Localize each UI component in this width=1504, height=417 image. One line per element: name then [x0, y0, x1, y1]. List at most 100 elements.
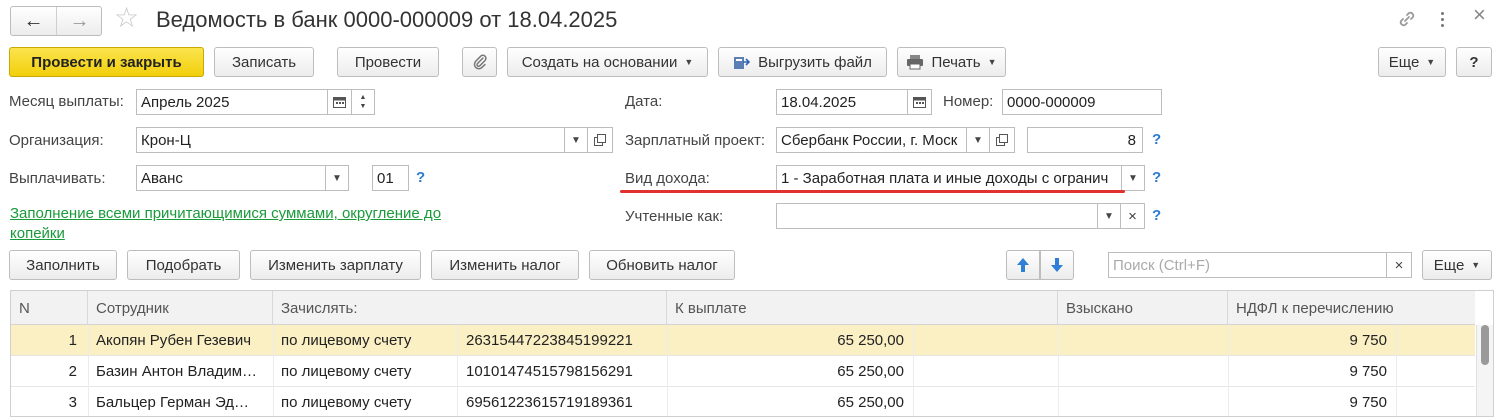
calendar-button[interactable]	[327, 89, 352, 115]
fill-label: Заполнить	[26, 256, 100, 274]
fill-button[interactable]: Заполнить	[9, 250, 117, 280]
amount: 65 250,00	[837, 363, 904, 380]
scrollbar-thumb[interactable]	[1481, 325, 1489, 365]
table-more-label: Еще	[1433, 256, 1465, 274]
help-icon[interactable]: ?	[1152, 207, 1161, 224]
column-header-n[interactable]: N	[11, 291, 88, 325]
caret-down-icon: ▼	[684, 57, 694, 67]
search-input[interactable]: Поиск (Ctrl+F)	[1108, 252, 1387, 278]
column-header-employee[interactable]: Сотрудник	[88, 291, 273, 325]
salary-project-open-button[interactable]	[989, 127, 1015, 153]
pick-button[interactable]: Подобрать	[127, 250, 240, 280]
month-stepper[interactable]: ▲ ▼	[351, 89, 375, 115]
organization-open-button[interactable]	[587, 127, 613, 153]
paperclip-icon	[473, 54, 487, 70]
open-window-icon	[996, 134, 1008, 146]
favorite-star-icon[interactable]: ☆	[114, 4, 139, 32]
post-button[interactable]: Провести	[337, 47, 439, 77]
attach-button[interactable]	[462, 47, 497, 77]
post-and-close-button[interactable]: Провести и закрыть	[9, 47, 204, 77]
update-tax-label: Обновить налог	[606, 256, 718, 274]
fill-mode-link[interactable]: Заполнение всеми причитающимися суммами,…	[10, 204, 480, 244]
amount: 65 250,00	[837, 332, 904, 349]
table-scrollbar[interactable]	[1476, 325, 1493, 416]
income-type-dropdown-button[interactable]: ▼	[1121, 165, 1145, 191]
date-calendar-button[interactable]	[907, 89, 932, 115]
print-button[interactable]: Печать ▼	[897, 47, 1006, 77]
arrow-right-icon: →	[69, 10, 90, 32]
more-vertical-icon[interactable]	[1437, 8, 1447, 30]
post-label: Провести	[354, 53, 422, 71]
nav-group: ← →	[10, 6, 102, 36]
row-number: 2	[68, 363, 77, 380]
column-header-amount[interactable]: К выплате	[667, 291, 1058, 325]
accounted-as-clear-button[interactable]: ×	[1120, 203, 1145, 229]
update-tax-button[interactable]: Обновить налог	[589, 250, 735, 280]
move-down-button[interactable]	[1040, 250, 1074, 280]
create-based-on-label: Создать на основании	[521, 53, 678, 71]
pick-label: Подобрать	[145, 256, 222, 274]
export-file-button[interactable]: Выгрузить файл	[718, 47, 887, 77]
help-button[interactable]: ?	[1456, 47, 1492, 77]
stepper-down-icon[interactable]: ▼	[360, 102, 367, 111]
column-header-withheld[interactable]: Взыскано	[1058, 291, 1228, 325]
save-button[interactable]: Записать	[214, 47, 314, 77]
column-header-ndfl[interactable]: НДФЛ к перечислению	[1228, 291, 1475, 325]
income-type-field[interactable]: 1 - Заработная плата и иные доходы с огр…	[776, 165, 1122, 191]
search-clear-button[interactable]: ×	[1386, 252, 1412, 278]
salary-project-label: Зарплатный проект:	[625, 132, 766, 149]
column-header-credit[interactable]: Зачислять:	[273, 291, 667, 325]
salary-project-dropdown-button[interactable]: ▼	[966, 127, 990, 153]
pay-type-field[interactable]: Аванс	[136, 165, 326, 191]
accounted-as-dropdown-button[interactable]: ▼	[1097, 203, 1121, 229]
table-row[interactable]: 1 Акопян Рубен Гезевич по лицевому счету…	[11, 325, 1475, 356]
organization-label: Организация:	[9, 132, 104, 149]
pay-code-field[interactable]: 01	[372, 165, 409, 191]
organization-field[interactable]: Крон-Ц	[136, 127, 565, 153]
forward-button[interactable]: →	[57, 7, 102, 35]
withheld	[1066, 325, 1226, 356]
more-label: Еще	[1388, 53, 1420, 71]
save-label: Записать	[231, 53, 297, 71]
close-icon[interactable]: ×	[1473, 4, 1486, 26]
credit-method: по лицевому счету	[281, 363, 412, 380]
salary-project-code-value: 8	[1127, 131, 1136, 149]
change-tax-label: Изменить налог	[449, 256, 561, 274]
change-tax-button[interactable]: Изменить налог	[431, 250, 579, 280]
change-salary-button[interactable]: Изменить зарплату	[250, 250, 421, 280]
printer-icon	[907, 55, 924, 70]
account-number: 69561223615719189361	[466, 394, 633, 411]
number-field[interactable]: 0000-000009	[1002, 89, 1162, 115]
stepper-up-icon[interactable]: ▲	[360, 93, 367, 102]
salary-project-code-field[interactable]: 8	[1027, 127, 1143, 153]
window-title: Ведомость в банк 0000-000009 от 18.04.20…	[156, 7, 618, 32]
table-row[interactable]: 2 Базин Антон Владим… по лицевому счету …	[11, 356, 1475, 387]
print-label: Печать	[931, 53, 981, 71]
date-field[interactable]: 18.04.2025	[776, 89, 908, 115]
search-placeholder: Поиск (Ctrl+F)	[1113, 256, 1210, 274]
income-type-label: Вид дохода:	[625, 170, 710, 187]
more-button[interactable]: Еще ▼	[1378, 47, 1446, 77]
date-label: Дата:	[625, 93, 663, 110]
organization-dropdown-button[interactable]: ▼	[564, 127, 588, 153]
salary-project-field[interactable]: Сбербанк России, г. Моск	[776, 127, 967, 153]
withheld	[1066, 387, 1226, 416]
amount: 65 250,00	[837, 394, 904, 411]
export-file-label: Выгрузить файл	[758, 53, 872, 71]
help-icon[interactable]: ?	[1152, 131, 1161, 148]
month-field[interactable]: Апрель 2025	[136, 89, 328, 115]
help-icon[interactable]: ?	[416, 169, 425, 186]
pay-type-dropdown-button[interactable]: ▼	[325, 165, 349, 191]
link-icon[interactable]	[1396, 8, 1418, 30]
back-button[interactable]: ←	[11, 7, 57, 35]
table-more-button[interactable]: Еще ▼	[1422, 250, 1492, 280]
create-based-on-button[interactable]: Создать на основании ▼	[507, 47, 708, 77]
help-icon[interactable]: ?	[1152, 169, 1161, 186]
table-row[interactable]: 3 Бальцер Герман Эд… по лицевому счету 6…	[11, 387, 1475, 416]
move-up-button[interactable]	[1006, 250, 1040, 280]
ndfl: 9 750	[1349, 394, 1387, 411]
change-salary-label: Изменить зарплату	[268, 256, 403, 274]
accounted-as-label: Учтенные как:	[625, 208, 724, 225]
employees-table: N Сотрудник Зачислять: К выплате Взыскан…	[10, 290, 1494, 417]
accounted-as-field[interactable]	[776, 203, 1098, 229]
